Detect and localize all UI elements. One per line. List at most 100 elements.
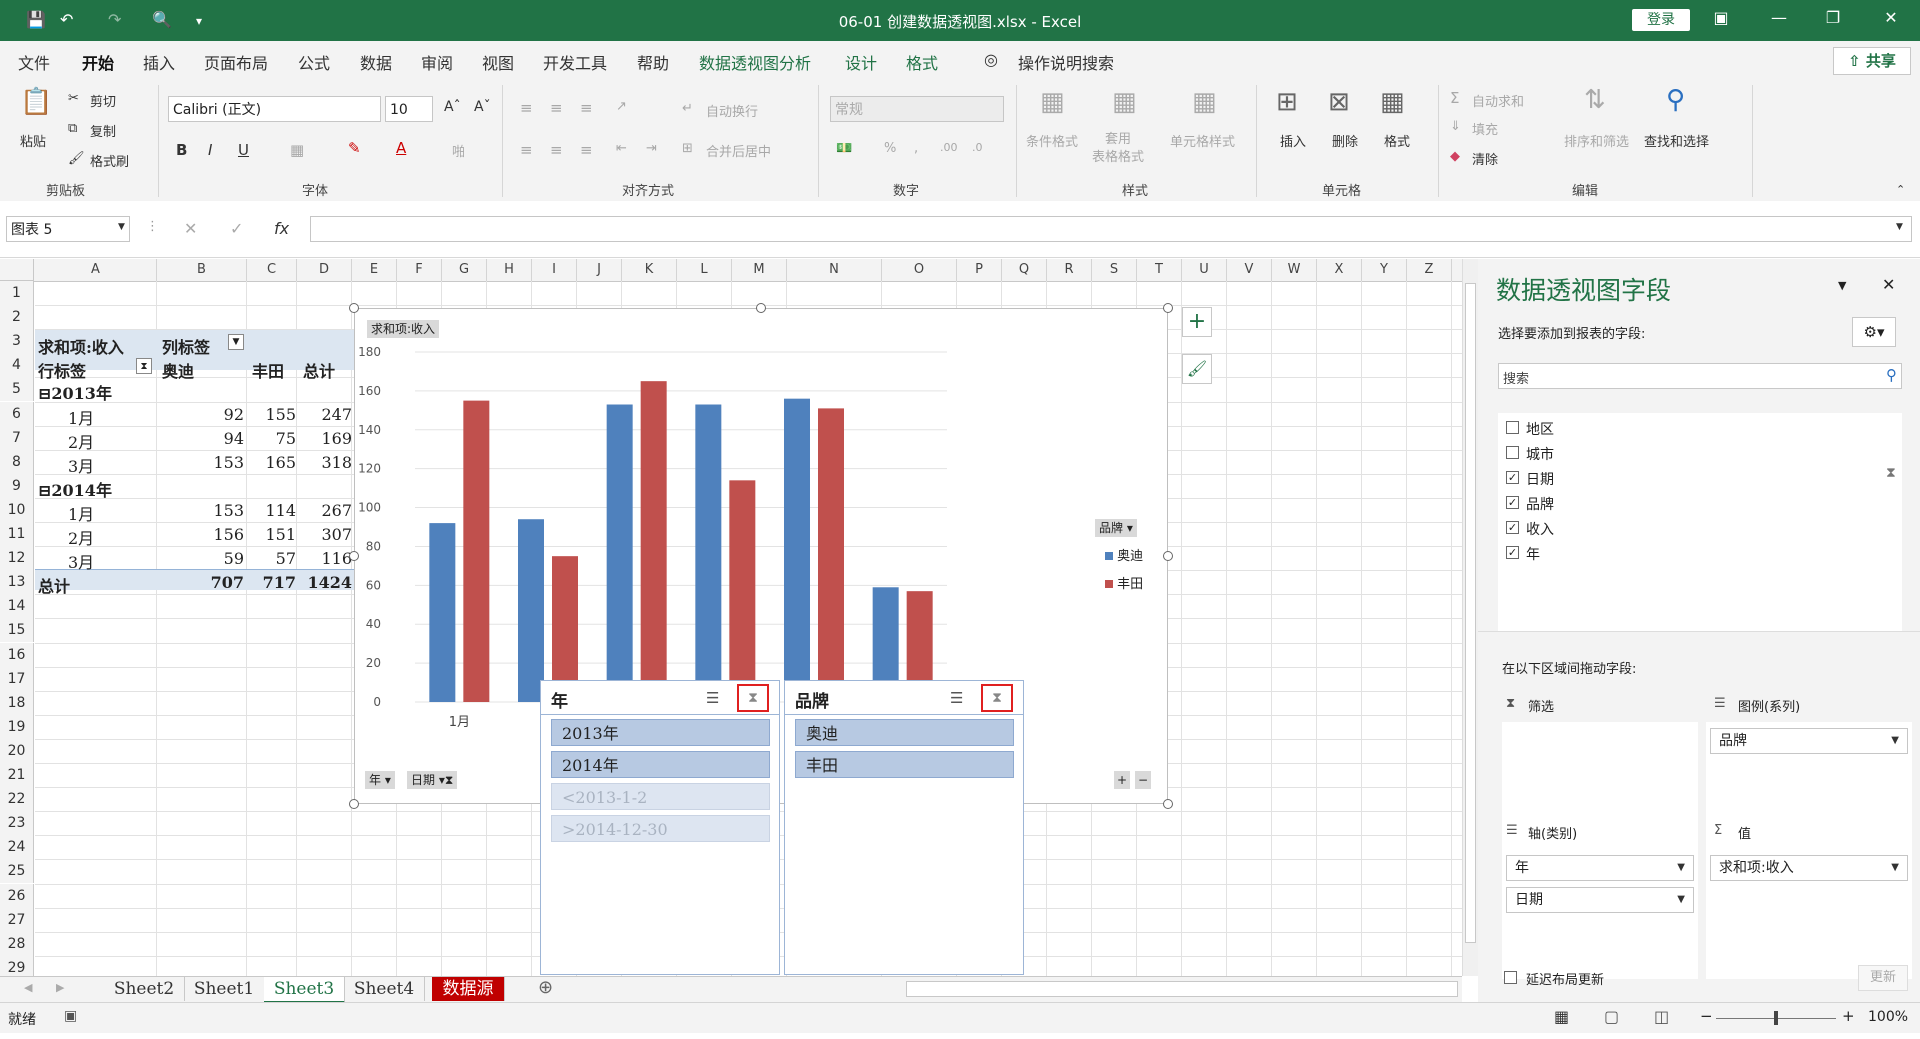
normal-view-icon[interactable]: ▦ (1554, 1007, 1569, 1026)
axis-field-button-date[interactable]: 日期 ▾⧗ (407, 771, 458, 789)
minimize-icon[interactable]: — (1764, 8, 1794, 27)
row-header[interactable]: 21 (0, 763, 34, 788)
resize-handle[interactable] (349, 799, 359, 809)
resize-handle[interactable] (349, 303, 359, 313)
conditional-format-button[interactable]: 条件格式 (1026, 131, 1078, 150)
align-right-icon[interactable]: ≡ (580, 141, 593, 159)
autosum-button[interactable]: 自动求和 (1472, 91, 1524, 110)
tell-me-search[interactable]: 操作说明搜索 (1018, 50, 1114, 74)
tab-page-layout[interactable]: 页面布局 (204, 50, 268, 74)
column-header[interactable]: N (787, 259, 882, 281)
row-header[interactable]: 2 (0, 305, 34, 330)
comma-icon[interactable]: , (914, 141, 918, 156)
slicer-item[interactable]: 2013年 (551, 719, 770, 746)
tab-design[interactable]: 设计 (845, 50, 877, 74)
row-header[interactable]: 7 (0, 425, 34, 450)
login-button[interactable]: 登录 (1632, 9, 1690, 31)
row-header[interactable]: 6 (0, 401, 34, 426)
shrink-font-icon[interactable]: Aˇ (474, 99, 491, 115)
decrease-decimal-icon[interactable]: .0 (972, 141, 983, 154)
sheet-tab-active[interactable]: Sheet3 (264, 977, 345, 1004)
wrap-icon[interactable]: ↵ (682, 101, 693, 116)
enter-icon[interactable]: ✓ (230, 219, 243, 238)
sheet-tab[interactable]: 数据源 (432, 977, 505, 1001)
phonetic-icon[interactable]: 啪 (452, 141, 465, 160)
row-header[interactable]: 28 (0, 931, 34, 956)
column-header[interactable]: W (1272, 259, 1317, 281)
cell-styles-icon[interactable]: ▦ (1192, 87, 1217, 117)
copy-icon[interactable]: ⧉ (68, 121, 77, 136)
pane-options-icon[interactable]: ▼ (1838, 279, 1846, 292)
horizontal-scrollbar[interactable] (906, 981, 1458, 997)
sort-filter-button[interactable]: 排序和筛选 (1564, 131, 1629, 150)
border-icon[interactable]: ▦ (290, 141, 304, 159)
row-header[interactable]: 26 (0, 883, 34, 908)
column-header[interactable]: J (577, 259, 622, 281)
legend-field-button[interactable]: 品牌 ▾ (1095, 519, 1137, 537)
orientation-icon[interactable]: ↗ (616, 99, 627, 114)
column-header[interactable]: P (957, 259, 1002, 281)
scroll-thumb[interactable] (1465, 283, 1476, 943)
delete-cells-button[interactable]: 删除 (1332, 131, 1358, 150)
font-name-box[interactable]: Calibri (正文) (168, 96, 381, 122)
resize-handle[interactable] (756, 303, 766, 313)
table-format-icon[interactable]: ▦ (1112, 87, 1137, 117)
axis-field-item[interactable]: 日期 ▼ (1506, 887, 1694, 913)
gear-icon[interactable]: ⚙▾ (1852, 317, 1896, 347)
column-header[interactable]: B (157, 259, 247, 281)
format-painter-icon[interactable]: 🖌 (68, 151, 85, 166)
delete-cells-icon[interactable]: ⊠ (1328, 87, 1350, 117)
zoom-level[interactable]: 100% (1868, 1009, 1908, 1025)
expand-formula-icon[interactable]: ▼ (1896, 222, 1903, 232)
fill-color-icon[interactable]: ✎ (348, 139, 361, 157)
column-header[interactable]: U (1182, 259, 1227, 281)
row-header[interactable]: 14 (0, 594, 34, 619)
row-header[interactable]: 22 (0, 787, 34, 812)
field-checkbox[interactable] (1506, 421, 1519, 434)
ribbon-display-icon[interactable]: ▣ (1706, 8, 1736, 27)
page-break-view-icon[interactable]: ◫ (1654, 1007, 1669, 1026)
merge-center-button[interactable]: 合并后居中 (706, 141, 771, 160)
cell-styles-button[interactable]: 单元格样式 (1170, 131, 1235, 150)
row-header[interactable]: 15 (0, 618, 34, 643)
insert-cells-icon[interactable]: ⊞ (1276, 87, 1298, 117)
italic-icon[interactable]: I (208, 141, 212, 159)
row-header[interactable]: 16 (0, 642, 34, 667)
row-header[interactable]: 17 (0, 666, 34, 691)
increase-indent-icon[interactable]: ⇥ (646, 141, 657, 156)
column-header[interactable]: F (397, 259, 442, 281)
zoom-slider-thumb[interactable] (1774, 1011, 1778, 1025)
name-box[interactable]: 图表 5 (6, 216, 130, 242)
find-select-icon[interactable]: ⚲ (1666, 85, 1685, 115)
increase-decimal-icon[interactable]: .00 (940, 141, 958, 154)
vertical-scrollbar[interactable] (1462, 259, 1479, 976)
column-header[interactable]: K (622, 259, 677, 281)
tab-insert[interactable]: 插入 (143, 50, 175, 74)
find-select-button[interactable]: 查找和选择 (1644, 131, 1709, 150)
tab-home[interactable]: 开始 (82, 50, 115, 83)
share-button[interactable]: ⇧ 共享 (1833, 47, 1911, 75)
name-box-dropdown-icon[interactable]: ▼ (118, 222, 125, 232)
row-header[interactable]: 8 (0, 449, 34, 474)
row-header[interactable]: 3 (0, 329, 34, 354)
column-header[interactable]: L (677, 259, 732, 281)
zoom-out-icon[interactable]: − (1700, 1007, 1713, 1025)
chart-styles-brush-icon[interactable]: 🖌 (1182, 354, 1212, 384)
align-top-icon[interactable]: ≡ (520, 99, 533, 117)
values-field-item[interactable]: 求和项:收入 ▼ (1710, 855, 1908, 881)
field-checkbox[interactable]: ✓ (1506, 496, 1519, 509)
cancel-icon[interactable]: ✕ (184, 219, 197, 238)
update-button[interactable]: 更新 (1858, 965, 1908, 991)
field-search-box[interactable]: 搜索 ⚲ (1498, 363, 1902, 389)
column-header[interactable]: I (532, 259, 577, 281)
align-left-icon[interactable]: ≡ (520, 141, 533, 159)
column-header[interactable]: H (487, 259, 532, 281)
row-header[interactable]: 12 (0, 546, 34, 571)
defer-update-checkbox[interactable] (1504, 971, 1517, 984)
clear-button[interactable]: 清除 (1472, 149, 1498, 168)
column-header[interactable]: X (1317, 259, 1362, 281)
column-header[interactable]: M (732, 259, 787, 281)
column-header[interactable]: S (1092, 259, 1137, 281)
chart-elements-button[interactable]: + (1182, 307, 1212, 337)
resize-handle[interactable] (1163, 303, 1173, 313)
